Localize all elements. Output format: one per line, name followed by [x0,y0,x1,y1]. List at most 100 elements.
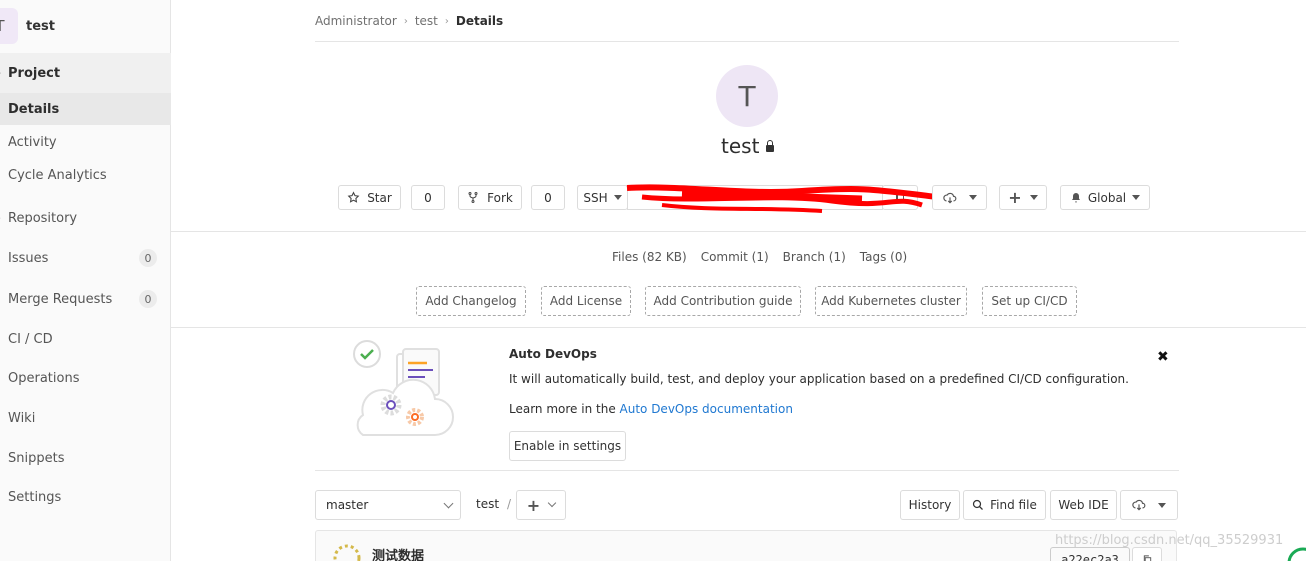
find-file-label: Find file [990,498,1037,512]
chevron-icon: › [0,68,1,79]
star-label: Star [367,190,392,205]
bell-icon [1071,193,1080,203]
add-changelog-button[interactable]: Add Changelog [416,286,526,316]
repo-path-root[interactable]: test [476,497,499,511]
sidebar-item-label: Repository [8,210,78,226]
add-dropdown[interactable]: + [999,185,1047,210]
sidebar-item-label: Wiki [8,410,36,426]
star-button[interactable]: Star [338,185,401,210]
download-dropdown[interactable] [932,185,987,210]
last-commit-row [315,530,1177,561]
plus-icon: + [526,495,541,515]
caret-down-icon [1158,502,1166,508]
notification-dropdown[interactable]: Global [1060,185,1150,210]
cloud-download-icon [1132,499,1146,511]
caret-down-icon [968,195,977,200]
add-license-button[interactable]: Add License [541,286,631,316]
caret-down-icon [613,195,622,200]
plus-icon: + [1008,188,1022,207]
sidebar-item-cycle-analytics[interactable]: Cycle Analytics [0,165,171,185]
fork-button[interactable]: Fork [458,185,522,210]
stat-commits[interactable]: Commit (1) [701,250,769,264]
sidebar-item-label: Snippets [8,450,65,466]
add-kubernetes-cluster-button[interactable]: Add Kubernetes cluster [815,286,967,316]
sidebar-item-operations[interactable]: Operations [0,368,171,388]
redaction-scribble [626,184,938,213]
divider [315,41,1179,42]
sidebar-item-label: Project [8,65,61,81]
last-commit-message[interactable]: 测试数据 [372,545,424,561]
fork-label: Fork [487,190,513,205]
clone-protocol-dropdown[interactable]: SSH [577,185,628,210]
sidebar: T test › Project Details Activity Cycle … [0,0,171,561]
caret-down-icon [1132,195,1141,200]
sidebar-project-header[interactable]: T test [0,0,170,52]
web-ide-button[interactable]: Web IDE [1050,490,1117,520]
project-name: test [721,134,760,158]
divider [171,327,1306,328]
notification-label: Global [1087,190,1127,205]
sidebar-item-activity[interactable]: Activity [0,132,171,152]
chevron-down-icon [547,498,557,508]
repo-download-dropdown[interactable] [1120,490,1178,520]
breadcrumb-item-current[interactable]: Details [456,14,503,28]
setup-ci-cd-button[interactable]: Set up CI/CD [982,286,1077,316]
sidebar-item-project[interactable]: › Project [0,53,171,93]
commit-sha[interactable]: a22ec2a3 [1050,547,1130,561]
enable-in-settings-button[interactable]: Enable in settings [509,431,626,461]
breadcrumb: Administrator › test › Details [315,14,503,28]
caret-down-icon [1029,195,1038,200]
divider [315,470,1179,471]
chevron-right-icon: › [403,15,408,27]
history-button[interactable]: History [900,490,960,520]
sidebar-item-snippets[interactable]: Snippets [0,448,171,468]
stat-branches[interactable]: Branch (1) [783,250,846,264]
branch-select[interactable]: master [315,490,461,520]
star-count[interactable]: 0 [411,185,445,210]
sidebar-project-avatar: T [0,8,18,44]
issues-count-badge: 0 [139,249,157,267]
learn-more-prefix: Learn more in the [509,402,620,416]
sidebar-item-repository[interactable]: › Repository [0,208,171,228]
clone-protocol-label: SSH [583,190,608,205]
fork-count[interactable]: 0 [531,185,565,210]
find-file-button[interactable]: Find file [963,490,1046,520]
cloud-download-icon [942,192,956,203]
copy-sha-button[interactable] [1132,547,1162,561]
stat-tags[interactable]: Tags (0) [860,250,907,264]
stat-files[interactable]: Files (82 KB) [612,250,687,264]
merge-requests-count-badge: 0 [139,290,157,308]
sidebar-item-settings[interactable]: Settings [0,487,171,507]
auto-devops-description: It will automatically build, test, and d… [509,372,1129,386]
sidebar-item-wiki[interactable]: Wiki [0,408,171,428]
auto-devops-docs-link[interactable]: Auto DevOps documentation [620,402,793,416]
breadcrumb-item-admin[interactable]: Administrator [315,14,397,28]
auto-devops-illustration-icon [353,340,454,436]
copy-icon [1143,555,1151,561]
divider [171,231,1306,232]
sidebar-project-name: test [26,18,55,34]
chevron-down-icon [443,498,454,509]
repo-path: test / [476,497,511,511]
project-stats: Files (82 KB) Commit (1) Branch (1) Tags… [612,250,907,264]
project-avatar: T [716,65,778,127]
path-separator: / [507,497,512,511]
sidebar-item-merge-requests[interactable]: Merge Requests 0 [0,289,171,309]
sidebar-item-label: Settings [8,489,62,505]
close-icon[interactable]: ✖ [1157,349,1169,365]
sidebar-item-ci-cd[interactable]: CI / CD [0,329,171,349]
sidebar-item-label: Issues [8,250,49,266]
sidebar-item-label: CI / CD [8,331,53,347]
sidebar-item-issues[interactable]: Issues 0 [0,248,171,268]
sidebar-item-label: Operations [8,370,80,386]
star-icon [347,191,360,203]
watermark-text: https://blog.csdn.net/qq_35529931 [1055,533,1284,548]
add-contribution-guide-button[interactable]: Add Contribution guide [645,286,801,316]
sidebar-item-details[interactable]: Details [0,93,171,125]
breadcrumb-item-project[interactable]: test [415,14,438,28]
status-circle-icon [1287,547,1306,561]
sidebar-item-label: Merge Requests [8,291,113,307]
search-icon [973,499,984,510]
chevron-icon: › [0,213,1,224]
add-file-dropdown[interactable]: + [516,490,566,520]
